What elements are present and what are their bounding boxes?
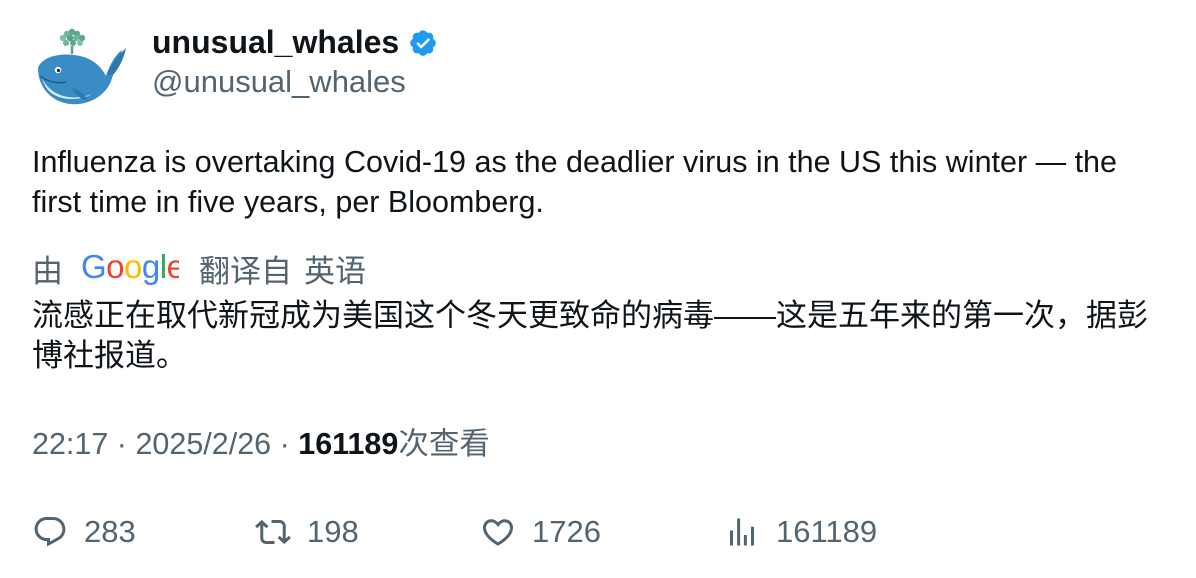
meta-separator: ·: [271, 427, 299, 461]
verified-badge-icon[interactable]: [408, 28, 438, 58]
analytics-icon: [730, 518, 754, 546]
retweet-icon: [255, 519, 291, 545]
reply-icon: [34, 517, 66, 547]
retweet-button[interactable]: 198: [255, 510, 359, 554]
translation-attribution: 由 Google 翻译自 英语: [32, 246, 366, 290]
translated-by-label: 由: [32, 253, 63, 289]
source-language: 英语: [304, 253, 366, 289]
like-count: 1726: [532, 514, 601, 549]
meta-separator: ·: [108, 427, 136, 461]
translated-text: 流感正在取代新冠成为美国这个冬天更致命的病毒——这是五年来的第一次，据彭博社报道…: [32, 298, 1148, 373]
tweet-text: Influenza is overtaking Covid-19 as the …: [32, 145, 1117, 219]
reply-button[interactable]: 283: [32, 510, 136, 554]
author-handle[interactable]: @unusual_whales: [152, 62, 406, 102]
author-display-name[interactable]: unusual_whales: [152, 22, 399, 62]
tweet-time[interactable]: 22:17: [32, 427, 108, 461]
reply-count: 283: [84, 514, 136, 549]
retweet-count: 198: [307, 514, 359, 549]
like-button[interactable]: 1726: [480, 510, 601, 554]
views-button[interactable]: 161189: [724, 510, 877, 554]
whale-icon[interactable]: [32, 24, 128, 114]
google-logo[interactable]: Google: [81, 250, 179, 286]
tweet-date[interactable]: 2025/2/26: [135, 427, 271, 461]
translated-from-label: 翻译自: [199, 253, 292, 289]
views-label: 次查看: [398, 427, 490, 461]
svg-text:Google: Google: [81, 250, 179, 285]
heart-icon: [482, 519, 514, 546]
tweet-meta: 22:17 · 2025/2/26 · 161189次查看: [32, 424, 490, 464]
views-action-count: 161189: [776, 514, 878, 549]
views-count: 161189: [298, 427, 399, 461]
